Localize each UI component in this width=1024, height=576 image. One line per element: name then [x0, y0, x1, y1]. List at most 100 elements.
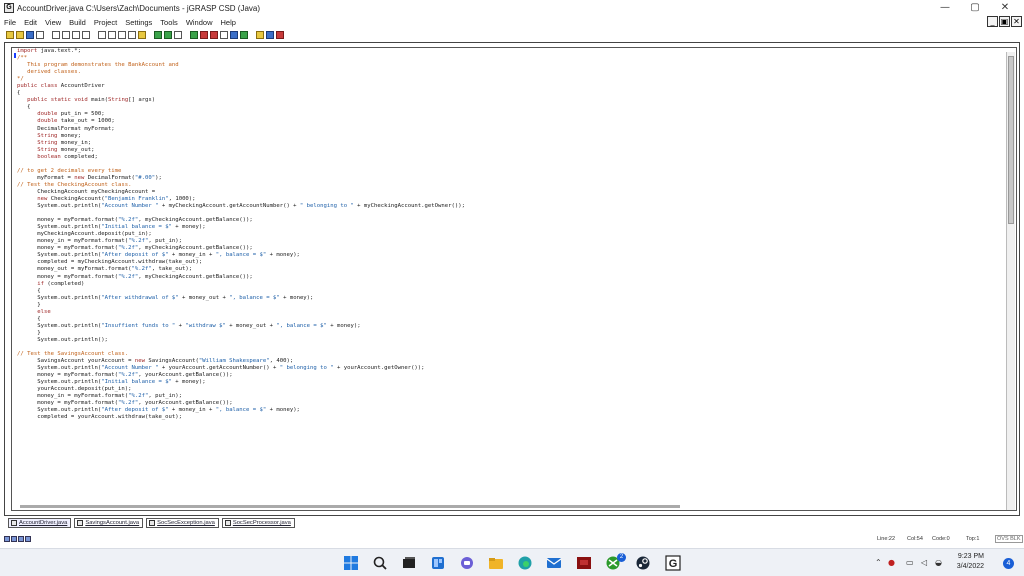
- cut-icon[interactable]: [52, 31, 60, 39]
- code-line[interactable]: [17, 344, 465, 351]
- add-icon[interactable]: [190, 31, 198, 39]
- tab-account-driver[interactable]: AccountDriver.java: [8, 518, 72, 528]
- code-line[interactable]: {: [17, 104, 465, 111]
- code-line[interactable]: yourAccount.deposit(put_in);: [17, 386, 465, 393]
- code-line[interactable]: completed = yourAccount.withdraw(take_ou…: [17, 414, 465, 421]
- task-view-icon[interactable]: [401, 555, 417, 571]
- show-hidden-icons-icon[interactable]: ⌃: [875, 558, 882, 567]
- widgets-icon[interactable]: [430, 555, 446, 571]
- close-button[interactable]: ✕: [996, 2, 1014, 14]
- code-line[interactable]: System.out.println("Account Number " + m…: [17, 203, 465, 210]
- code-line[interactable]: [17, 210, 465, 217]
- generate-csd-icon[interactable]: [108, 31, 116, 39]
- menu-window[interactable]: Window: [186, 18, 213, 27]
- window-tile-icon[interactable]: [230, 31, 238, 39]
- code-line[interactable]: This program demonstrates the BankAccoun…: [17, 62, 465, 69]
- code-line[interactable]: System.out.println("Initial balance = $"…: [17, 224, 465, 231]
- clock-date[interactable]: 3/4/2022: [944, 563, 984, 570]
- code-line[interactable]: SavingsAccount yourAccount = new Savings…: [17, 358, 465, 365]
- code-line[interactable]: myFormat = new DecimalFormat("#.00");: [17, 175, 465, 182]
- new-file-icon[interactable]: [6, 31, 14, 39]
- window-cascade-icon[interactable]: [240, 31, 248, 39]
- code-line[interactable]: System.out.println("Account Number " + y…: [17, 365, 465, 372]
- code-line[interactable]: {: [17, 90, 465, 97]
- run-io-icon[interactable]: [11, 536, 17, 542]
- menu-project[interactable]: Project: [94, 18, 117, 27]
- code-line[interactable]: System.out.println("After deposit of $" …: [17, 407, 465, 414]
- code-line[interactable]: money_out = myFormat.format("%.2f", take…: [17, 266, 465, 273]
- bug-icon[interactable]: [200, 31, 208, 39]
- code-line[interactable]: public class AccountDriver: [17, 83, 465, 90]
- document-minimize-button[interactable]: _: [987, 16, 998, 27]
- code-line[interactable]: money = myFormat.format("%.2f", myChecki…: [17, 274, 465, 281]
- code-line[interactable]: System.out.println("After deposit of $" …: [17, 252, 465, 259]
- code-editor[interactable]: import java.text.*;/** This program demo…: [11, 47, 1017, 511]
- code-line[interactable]: System.out.println("Initial balance = $"…: [17, 379, 465, 386]
- security-icon[interactable]: ●: [888, 558, 895, 567]
- jgrasp-icon[interactable]: G: [665, 555, 681, 571]
- stop-icon[interactable]: [210, 31, 218, 39]
- code-line[interactable]: new CheckingAccount("Benjamin Franklin",…: [17, 196, 465, 203]
- save-icon[interactable]: [26, 31, 34, 39]
- file-explorer-icon[interactable]: [488, 555, 504, 571]
- document-close-button[interactable]: ✕: [1011, 16, 1022, 27]
- menu-view[interactable]: View: [45, 18, 61, 27]
- browse-icon[interactable]: [25, 536, 31, 542]
- menu-help[interactable]: Help: [221, 18, 236, 27]
- compile-icon[interactable]: [154, 31, 162, 39]
- maximize-button[interactable]: ▢: [966, 2, 984, 14]
- code-line[interactable]: String money_out;: [17, 147, 465, 154]
- code-line[interactable]: System.out.println();: [17, 337, 465, 344]
- code-line[interactable]: System.out.println("After withdrawal of …: [17, 295, 465, 302]
- menu-settings[interactable]: Settings: [125, 18, 152, 27]
- viewer-icon[interactable]: [220, 31, 228, 39]
- code-line[interactable]: boolean completed;: [17, 154, 465, 161]
- source-code[interactable]: import java.text.*;/** This program demo…: [17, 48, 465, 421]
- code-line[interactable]: if (completed): [17, 281, 465, 288]
- line-numbers-icon[interactable]: [128, 31, 136, 39]
- code-line[interactable]: import java.text.*;: [17, 48, 465, 55]
- code-line[interactable]: {: [17, 316, 465, 323]
- code-line[interactable]: else: [17, 309, 465, 316]
- vertical-scrollbar[interactable]: [1006, 52, 1015, 510]
- interactions-icon[interactable]: [18, 536, 24, 542]
- remove-csd-icon[interactable]: [118, 31, 126, 39]
- find-icon[interactable]: [98, 31, 106, 39]
- notification-badge[interactable]: 4: [1003, 558, 1014, 569]
- paste-icon[interactable]: [72, 31, 80, 39]
- code-line[interactable]: completed = myCheckingAccount.withdraw(t…: [17, 259, 465, 266]
- app-red-icon[interactable]: [576, 555, 592, 571]
- code-line[interactable]: [17, 161, 465, 168]
- teams-chat-icon[interactable]: [459, 555, 475, 571]
- workbench-icon[interactable]: [266, 31, 274, 39]
- code-line[interactable]: DecimalFormat myFormat;: [17, 126, 465, 133]
- print-icon[interactable]: [36, 31, 44, 39]
- code-line[interactable]: money_in = myFormat.format("%.2f", put_i…: [17, 393, 465, 400]
- copy-icon[interactable]: [62, 31, 70, 39]
- debug-icon[interactable]: [174, 31, 182, 39]
- code-line[interactable]: money = myFormat.format("%.2f", myChecki…: [17, 245, 465, 252]
- code-line[interactable]: myCheckingAccount.deposit(put_in);: [17, 231, 465, 238]
- code-line[interactable]: /**: [17, 55, 465, 62]
- code-line[interactable]: public static void main(String[] args): [17, 97, 465, 104]
- clock-time[interactable]: 9:23 PM: [944, 553, 984, 560]
- horizontal-scrollbar[interactable]: [20, 505, 680, 508]
- uml-icon[interactable]: [256, 31, 264, 39]
- code-line[interactable]: money_in = myFormat.format("%.2f", put_i…: [17, 238, 465, 245]
- mail-icon[interactable]: [546, 555, 562, 571]
- undo-icon[interactable]: [82, 31, 90, 39]
- code-line[interactable]: */: [17, 76, 465, 83]
- fold-icon[interactable]: [138, 31, 146, 39]
- volume-icon[interactable]: ◁: [921, 558, 927, 567]
- tab-soc-sec-exception[interactable]: SocSecException.java: [146, 518, 219, 528]
- code-line[interactable]: String money;: [17, 133, 465, 140]
- code-line[interactable]: derived classes.: [17, 69, 465, 76]
- code-line[interactable]: double take_out = 1000;: [17, 118, 465, 125]
- menu-file[interactable]: File: [4, 18, 16, 27]
- wifi-icon[interactable]: ◒: [935, 558, 942, 567]
- code-line[interactable]: money = myFormat.format("%.2f", yourAcco…: [17, 372, 465, 379]
- open-file-icon[interactable]: [16, 31, 24, 39]
- vertical-scrollbar-thumb[interactable]: [1008, 56, 1014, 224]
- code-line[interactable]: {: [17, 288, 465, 295]
- interactions-icon[interactable]: [276, 31, 284, 39]
